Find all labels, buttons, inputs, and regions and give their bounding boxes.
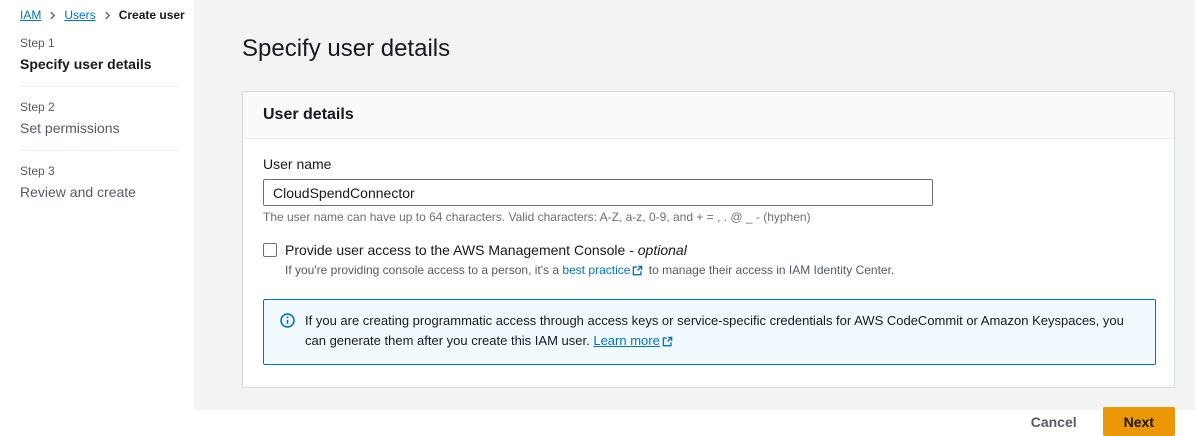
breadcrumb-link-iam[interactable]: IAM	[20, 8, 41, 22]
step-number: Step 2	[20, 100, 178, 115]
next-button[interactable]: Next	[1103, 407, 1175, 436]
wizard-step-1: Step 1 Specify user details	[20, 36, 178, 73]
console-access-help: If you're providing console access to a …	[285, 262, 1154, 280]
step-link-review-and-create[interactable]: Review and create	[20, 184, 178, 201]
console-access-row: Provide user access to the AWS Managemen…	[263, 241, 1154, 259]
console-access-label-text: Provide user access to the AWS Managemen…	[285, 242, 634, 258]
step-number: Step 1	[20, 36, 178, 51]
card-header: User details	[243, 92, 1174, 139]
card-body: User name The user name can have up to 6…	[243, 139, 1174, 387]
wizard-steps: Step 1 Specify user details Step 2 Set p…	[20, 36, 178, 201]
left-column: IAM Users Create user Step 1 Specify use…	[0, 0, 194, 410]
console-help-suffix: to manage their access in IAM Identity C…	[649, 263, 894, 277]
external-link-icon	[662, 333, 673, 353]
info-icon	[280, 313, 295, 353]
step-number: Step 3	[20, 164, 178, 179]
learn-more-link[interactable]: Learn more	[593, 333, 659, 348]
step-divider	[20, 150, 178, 151]
console-access-label: Provide user access to the AWS Managemen…	[285, 241, 687, 259]
user-name-input[interactable]	[263, 179, 933, 206]
programmatic-access-info-alert: If you are creating programmatic access …	[263, 299, 1156, 365]
breadcrumb-separator-icon	[48, 11, 57, 20]
step-link-specify-user-details: Specify user details	[20, 56, 178, 73]
step-divider	[20, 86, 178, 87]
user-details-card: User details User name The user name can…	[242, 91, 1175, 388]
wizard-actions: Cancel Next	[242, 407, 1175, 436]
breadcrumb: IAM Users Create user	[20, 8, 178, 22]
external-link-icon	[632, 264, 643, 280]
user-name-label: User name	[263, 156, 1154, 172]
breadcrumb-link-users[interactable]: Users	[64, 8, 95, 22]
wizard-step-2: Step 2 Set permissions	[20, 100, 178, 137]
best-practice-link[interactable]: best practice	[562, 263, 630, 277]
step-link-set-permissions[interactable]: Set permissions	[20, 120, 178, 137]
user-name-help-text: The user name can have up to 64 characte…	[263, 210, 1154, 224]
console-access-checkbox[interactable]	[263, 243, 277, 257]
cancel-button[interactable]: Cancel	[1031, 414, 1077, 430]
console-help-prefix: If you're providing console access to a …	[285, 263, 559, 277]
wizard-step-3: Step 3 Review and create	[20, 164, 178, 201]
breadcrumb-separator-icon	[103, 11, 112, 20]
alert-message: If you are creating programmatic access …	[305, 313, 1124, 348]
page-title: Specify user details	[242, 34, 1195, 64]
alert-text: If you are creating programmatic access …	[305, 311, 1139, 353]
console-access-optional-text: optional	[638, 242, 687, 258]
breadcrumb-current: Create user	[119, 8, 185, 22]
main-panel: Specify user details User details User n…	[194, 0, 1195, 410]
